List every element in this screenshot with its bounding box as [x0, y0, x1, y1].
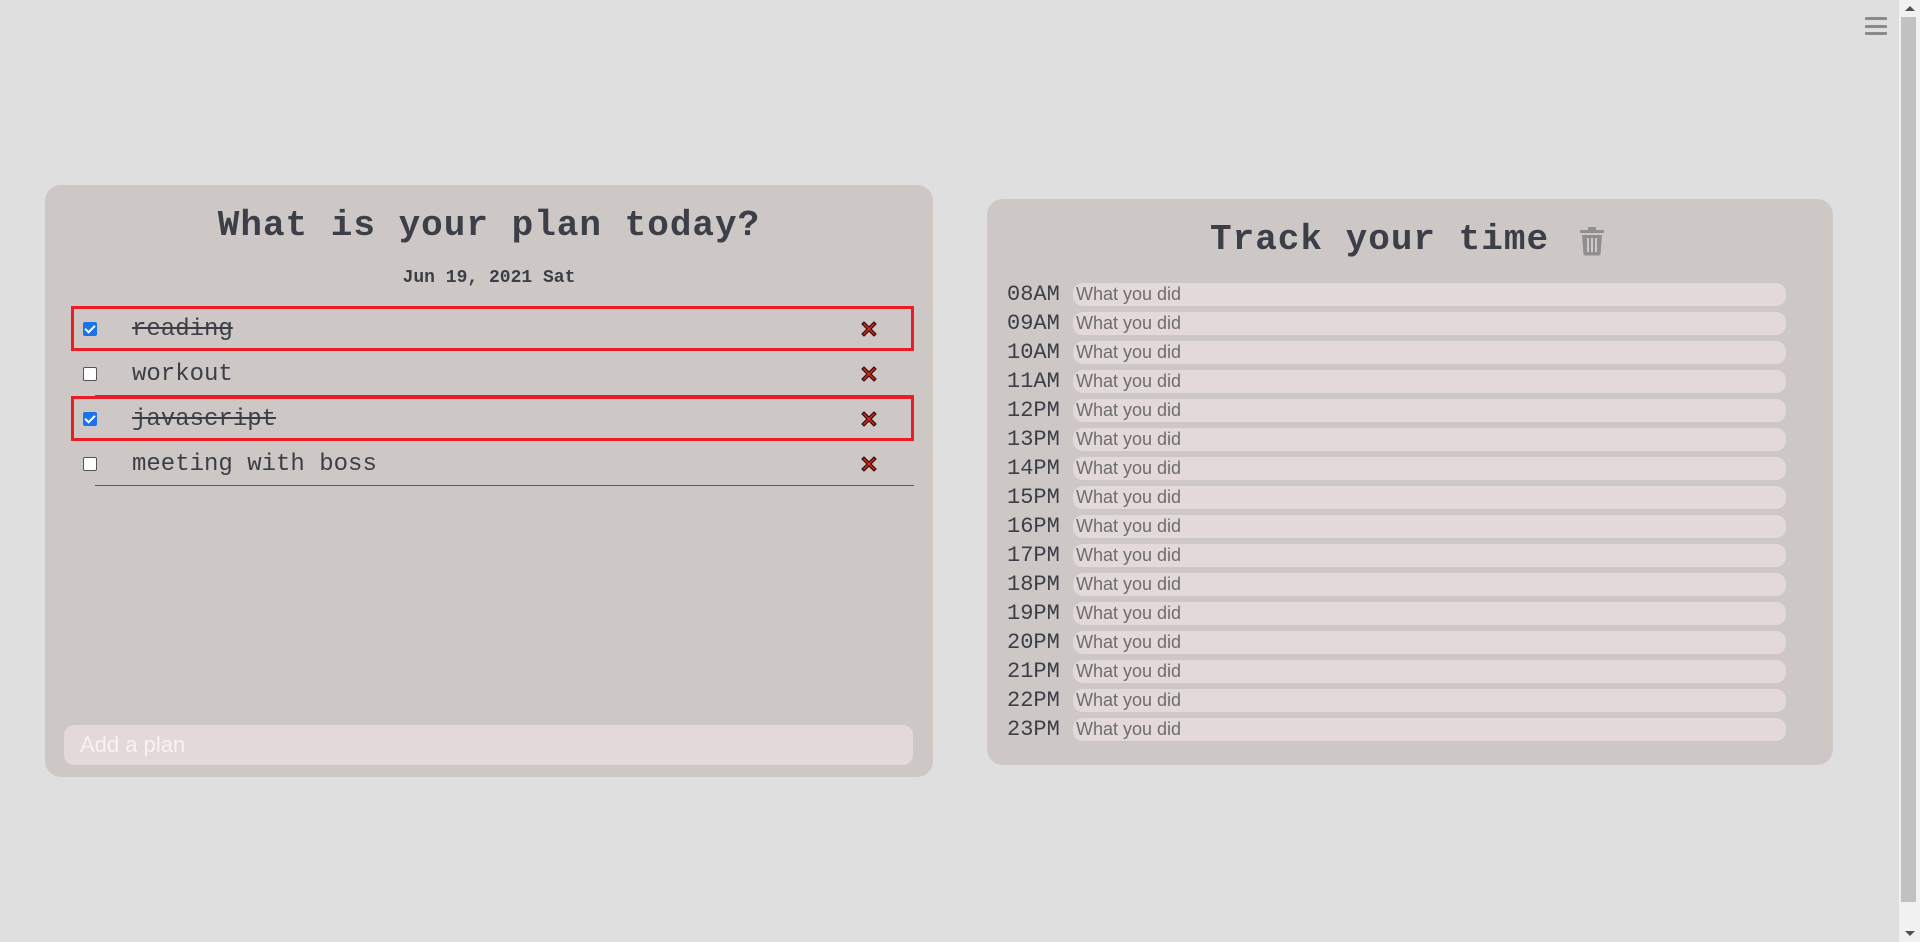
todo-item: meeting with boss: [71, 441, 914, 486]
todo-label: meeting with boss: [132, 451, 377, 478]
todo-item: workout: [71, 351, 914, 396]
time-row: 13PM: [1007, 425, 1813, 454]
todo-label: reading: [132, 316, 233, 343]
trash-icon[interactable]: [1579, 226, 1605, 256]
time-entry-input[interactable]: [1073, 486, 1786, 509]
time-entry-input[interactable]: [1073, 660, 1786, 683]
time-row: 14PM: [1007, 454, 1813, 483]
time-entry-input[interactable]: [1073, 515, 1786, 538]
time-entry-input[interactable]: [1073, 689, 1786, 712]
todo-checkbox[interactable]: [83, 457, 97, 471]
track-panel: Track your time 08AM 09AM 10AM 11AM 12PM 13PM…: [987, 199, 1833, 765]
time-label: 12PM: [1007, 398, 1060, 423]
hamburger-menu-icon[interactable]: [1864, 14, 1888, 38]
time-label: 17PM: [1007, 543, 1060, 568]
time-label: 15PM: [1007, 485, 1060, 510]
time-row: 16PM: [1007, 512, 1813, 541]
todo-list: reading workout javascript meeting with bos…: [71, 306, 914, 486]
time-row: 12PM: [1007, 396, 1813, 425]
time-rows: 08AM 09AM 10AM 11AM 12PM 13PM 14PM 15PM 16PM 17PM…: [1007, 280, 1813, 744]
time-entry-input[interactable]: [1073, 428, 1786, 451]
time-entry-input[interactable]: [1073, 573, 1786, 596]
time-label: 23PM: [1007, 717, 1060, 742]
time-entry-input[interactable]: [1073, 399, 1786, 422]
time-entry-input[interactable]: [1073, 283, 1786, 306]
todo-item: javascript: [71, 396, 914, 441]
time-entry-input[interactable]: [1073, 718, 1786, 741]
time-row: 19PM: [1007, 599, 1813, 628]
time-entry-input[interactable]: [1073, 457, 1786, 480]
time-entry-input[interactable]: [1073, 544, 1786, 567]
time-label: 22PM: [1007, 688, 1060, 713]
add-plan-input[interactable]: [64, 725, 913, 765]
time-entry-input[interactable]: [1073, 370, 1786, 393]
time-row: 09AM: [1007, 309, 1813, 338]
todo-divider: [95, 485, 914, 486]
red-x-icon[interactable]: [858, 363, 880, 385]
time-entry-input[interactable]: [1073, 341, 1786, 364]
time-row: 18PM: [1007, 570, 1813, 599]
time-label: 19PM: [1007, 601, 1060, 626]
time-label: 16PM: [1007, 514, 1060, 539]
time-label: 21PM: [1007, 659, 1060, 684]
scrollbar[interactable]: [1899, 0, 1920, 942]
red-x-icon[interactable]: [858, 453, 880, 475]
time-label: 10AM: [1007, 340, 1060, 365]
time-row: 21PM: [1007, 657, 1813, 686]
red-x-icon[interactable]: [858, 318, 880, 340]
time-row: 23PM: [1007, 715, 1813, 744]
todo-checkbox[interactable]: [83, 322, 97, 336]
scroll-down-icon[interactable]: [1905, 931, 1915, 936]
plan-panel: What is your plan today? Jun 19, 2021 Sa…: [45, 185, 933, 777]
time-row: 11AM: [1007, 367, 1813, 396]
time-row: 15PM: [1007, 483, 1813, 512]
todo-checkbox[interactable]: [83, 412, 97, 426]
time-label: 18PM: [1007, 572, 1060, 597]
red-x-icon[interactable]: [858, 408, 880, 430]
track-title: Track your time: [1210, 219, 1550, 260]
plan-date: Jun 19, 2021 Sat: [402, 268, 576, 288]
time-label: 08AM: [1007, 282, 1060, 307]
time-label: 13PM: [1007, 427, 1060, 452]
scrollbar-thumb[interactable]: [1901, 17, 1916, 902]
time-row: 17PM: [1007, 541, 1813, 570]
time-entry-input[interactable]: [1073, 631, 1786, 654]
time-label: 11AM: [1007, 369, 1060, 394]
todo-label: workout: [132, 361, 233, 388]
scroll-up-icon[interactable]: [1905, 6, 1915, 11]
time-label: 09AM: [1007, 311, 1060, 336]
time-entry-input[interactable]: [1073, 602, 1786, 625]
time-row: 22PM: [1007, 686, 1813, 715]
time-entry-input[interactable]: [1073, 312, 1786, 335]
time-label: 14PM: [1007, 456, 1060, 481]
time-row: 20PM: [1007, 628, 1813, 657]
time-row: 10AM: [1007, 338, 1813, 367]
todo-item: reading: [71, 306, 914, 351]
time-row: 08AM: [1007, 280, 1813, 309]
todo-label: javascript: [132, 406, 277, 433]
plan-title: What is your plan today?: [217, 205, 761, 246]
time-label: 20PM: [1007, 630, 1060, 655]
todo-checkbox[interactable]: [83, 367, 97, 381]
